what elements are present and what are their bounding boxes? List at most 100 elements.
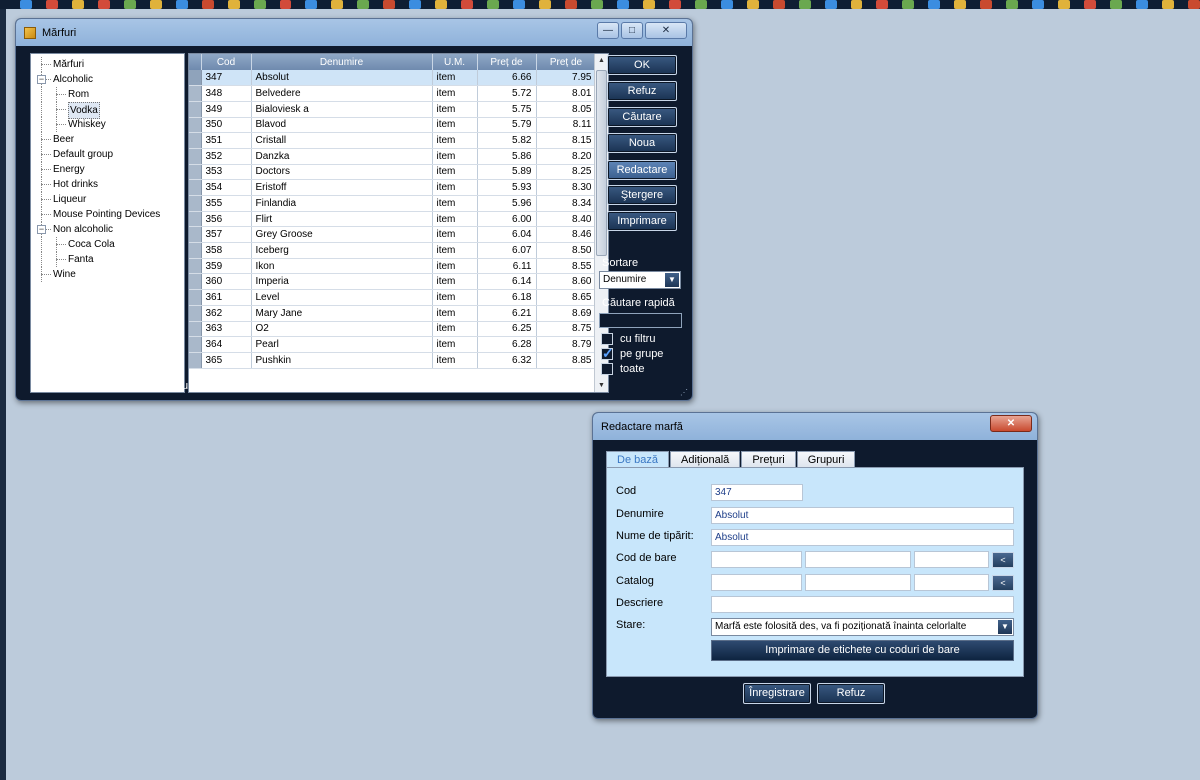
row-indicator[interactable] <box>189 321 202 338</box>
table-row[interactable]: 353 Doctors item 5.89 8.25 <box>189 164 597 181</box>
row-indicator[interactable] <box>189 164 202 181</box>
tree-node[interactable]: Rom <box>31 87 184 102</box>
row-indicator[interactable] <box>189 352 202 369</box>
chevron-down-icon[interactable]: ▼ <box>998 620 1012 634</box>
toolbar-icon[interactable] <box>720 0 733 9</box>
maximize-icon[interactable]: □ <box>621 22 643 39</box>
toolbar-icon[interactable] <box>954 0 967 9</box>
catalog-arrow-button[interactable]: < <box>992 575 1014 591</box>
toolbar-icon[interactable] <box>305 0 318 9</box>
table-row[interactable]: 355 Finlandia item 5.96 8.34 <box>189 195 597 212</box>
minimize-icon[interactable]: — <box>597 22 619 39</box>
tree-node[interactable]: − Non alcoholic <box>31 222 184 237</box>
toolbar-icon[interactable] <box>850 0 863 9</box>
table-row[interactable]: 365 Pushkin item 6.32 8.85 <box>189 352 597 369</box>
tree-collapse-icon[interactable]: − <box>37 225 46 234</box>
table-row[interactable]: 357 Grey Groose item 6.04 8.46 <box>189 226 597 244</box>
toolbar-icon[interactable] <box>45 0 58 9</box>
close-icon[interactable]: ✕ <box>990 415 1032 432</box>
tree-node[interactable]: Wine <box>31 267 184 282</box>
row-indicator[interactable] <box>189 70 202 87</box>
toolbar-icon[interactable] <box>253 0 266 9</box>
toolbar-icon[interactable] <box>668 0 681 9</box>
table-row[interactable]: 361 Level item 6.18 8.65 <box>189 289 597 306</box>
denumire-field[interactable]: Absolut <box>711 507 1014 524</box>
row-indicator[interactable] <box>189 101 202 118</box>
print-barcode-labels-button[interactable]: Imprimare de etichete cu coduri de bare <box>711 640 1014 661</box>
toolbar-icon[interactable] <box>590 0 603 9</box>
tree-node[interactable]: Vodka <box>31 102 184 119</box>
cancel-button[interactable]: Refuz <box>817 683 885 704</box>
row-indicator[interactable] <box>189 289 202 306</box>
toolbar-icon[interactable] <box>20 0 32 9</box>
toolbar-icon[interactable] <box>227 0 240 9</box>
toolbar-icon[interactable] <box>1161 0 1174 9</box>
toolbar-icon[interactable] <box>513 0 526 9</box>
toolbar-icon[interactable] <box>461 0 474 9</box>
toolbar-icon[interactable] <box>357 0 370 9</box>
tree-node[interactable]: Coca Cola <box>31 237 184 252</box>
tree-node[interactable]: Liqueur <box>31 192 184 207</box>
table-row[interactable]: 363 O2 item 6.25 8.75 <box>189 321 597 338</box>
cod-bare-field-2[interactable] <box>805 551 911 568</box>
toolbar-icon[interactable] <box>772 0 785 9</box>
tab-grupuri[interactable]: Grupuri <box>796 451 856 468</box>
row-indicator[interactable] <box>189 195 202 212</box>
ok-button[interactable]: OK <box>607 55 677 75</box>
toolbar-icon[interactable] <box>1187 0 1200 9</box>
toolbar-icon[interactable] <box>902 0 915 9</box>
table-row[interactable]: 356 Flirt item 6.00 8.40 <box>189 211 597 228</box>
toolbar-icon[interactable] <box>409 0 422 9</box>
table-row[interactable]: 354 Eristoff item 5.93 8.30 <box>189 179 597 196</box>
tree-node[interactable]: − Alcoholic <box>31 72 184 87</box>
toolbar-icon[interactable] <box>487 0 500 9</box>
tree-node[interactable]: Fanta <box>31 252 184 267</box>
toolbar-icon[interactable] <box>1032 0 1045 9</box>
quick-search-input[interactable] <box>599 313 682 328</box>
catalog-field-2[interactable] <box>805 574 911 591</box>
toolbar-icon[interactable] <box>1058 0 1071 9</box>
row-indicator[interactable] <box>189 258 202 275</box>
col-header-pret1[interactable]: Preț de <box>477 54 537 70</box>
row-indicator[interactable] <box>189 85 202 102</box>
tree-node[interactable]: Whiskey <box>31 117 184 132</box>
tree-node[interactable]: Mouse Pointing Devices <box>31 207 184 222</box>
chevron-down-icon[interactable]: ▼ <box>665 273 679 287</box>
table-row[interactable]: 347 Absolut item 6.66 7.95 <box>189 70 597 87</box>
table-row[interactable]: 364 Pearl item 6.28 8.79 <box>189 336 597 353</box>
tree-node[interactable]: Energy <box>31 162 184 177</box>
tab-aditionala[interactable]: Adițională <box>669 451 741 468</box>
toolbar-icon[interactable] <box>331 0 344 9</box>
descriere-field[interactable] <box>711 596 1014 613</box>
toate-checkbox[interactable] <box>601 363 613 375</box>
row-indicator[interactable] <box>189 305 202 322</box>
resize-grip-icon[interactable]: ⋰ <box>680 388 688 397</box>
print-button[interactable]: Imprimare <box>607 211 677 231</box>
toolbar-icon[interactable] <box>824 0 837 9</box>
toolbar-icon[interactable] <box>1006 0 1019 9</box>
toolbar-icon[interactable] <box>565 0 577 9</box>
row-indicator[interactable] <box>189 179 202 196</box>
scroll-thumb[interactable] <box>596 70 607 256</box>
toolbar-icon[interactable] <box>798 0 811 9</box>
refuz-button[interactable]: Refuz <box>607 81 677 101</box>
search-button[interactable]: Căutare <box>607 107 677 127</box>
tree-node[interactable]: Hot drinks <box>31 177 184 192</box>
toolbar-icon[interactable] <box>383 0 396 9</box>
table-row[interactable]: 358 Iceberg item 6.07 8.50 <box>189 242 597 259</box>
col-header-um[interactable]: U.M. <box>432 54 478 70</box>
toolbar-icon[interactable] <box>1135 0 1148 9</box>
toolbar-icon[interactable] <box>123 0 136 9</box>
cod-bare-arrow-button[interactable]: < <box>992 552 1014 568</box>
tree-node[interactable]: Default group <box>31 147 184 162</box>
row-indicator[interactable] <box>189 117 202 134</box>
toolbar-icon[interactable] <box>928 0 941 9</box>
toolbar-icon[interactable] <box>279 0 292 9</box>
table-row[interactable]: 348 Belvedere item 5.72 8.01 <box>189 85 597 102</box>
marfuri-titlebar[interactable]: Mărfuri — □ ✕ <box>16 19 692 46</box>
save-button[interactable]: Înregistrare <box>743 683 811 704</box>
toolbar-icon[interactable] <box>694 0 707 9</box>
col-header-cod[interactable]: Cod <box>201 54 252 70</box>
row-indicator[interactable] <box>189 132 202 149</box>
row-indicator[interactable] <box>189 148 202 165</box>
